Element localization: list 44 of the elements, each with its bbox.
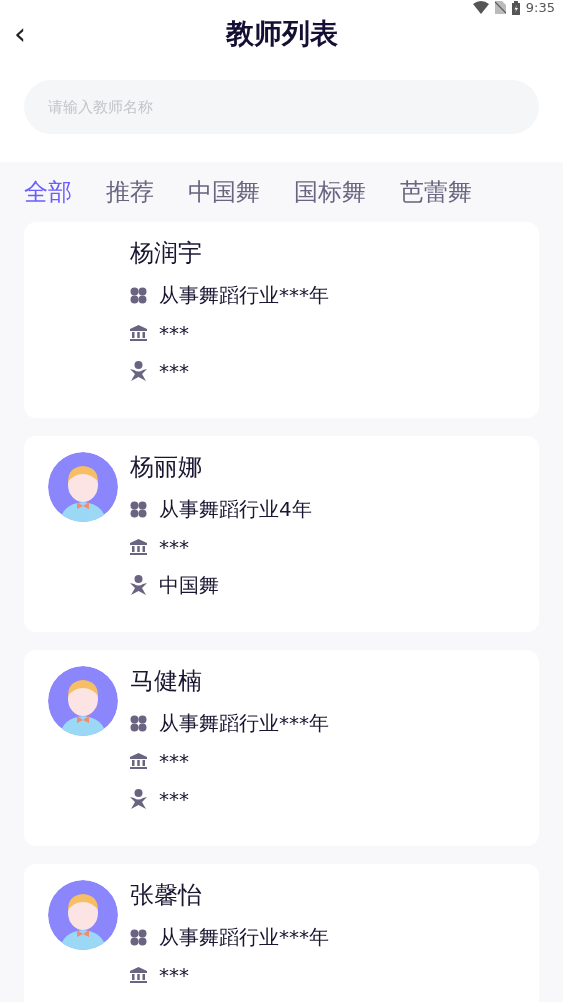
category-tab[interactable]: 中国舞 <box>188 176 260 208</box>
experience-text: 从事舞蹈行业***年 <box>159 923 329 951</box>
building-icon <box>130 539 147 555</box>
avatar <box>48 880 118 950</box>
institution-text: *** <box>159 749 189 773</box>
specialty-text: *** <box>159 787 189 811</box>
teacher-name: 马健楠 <box>130 666 203 697</box>
no-sim-icon <box>494 1 506 14</box>
category-tab[interactable]: 国标舞 <box>294 176 366 208</box>
teacher-card[interactable]: 马健楠 从事舞蹈行业***年 *** *** <box>24 650 539 846</box>
building-icon <box>130 753 147 769</box>
clover-icon <box>130 286 147 304</box>
person-icon <box>130 361 147 381</box>
person-icon <box>130 789 147 809</box>
teacher-card[interactable]: 张馨怡 从事舞蹈行业***年 *** <box>24 864 539 1002</box>
building-icon <box>130 967 147 983</box>
experience-text: 从事舞蹈行业***年 <box>159 709 329 737</box>
page-title: 教师列表 <box>225 16 338 52</box>
experience-text: 从事舞蹈行业***年 <box>159 281 329 309</box>
clover-icon <box>130 928 147 946</box>
clover-icon <box>130 500 147 518</box>
category-tab[interactable]: 芭蕾舞 <box>400 176 472 208</box>
clover-icon <box>130 714 147 732</box>
back-button[interactable]: ‹ <box>10 19 30 49</box>
avatar <box>48 452 118 522</box>
category-tab[interactable]: 全部 <box>24 176 72 208</box>
wifi-icon <box>472 1 489 14</box>
category-tab[interactable]: 推荐 <box>106 176 154 208</box>
institution-text: *** <box>159 963 189 987</box>
experience-text: 从事舞蹈行业4年 <box>159 495 312 523</box>
specialty-text: *** <box>159 359 189 383</box>
teacher-card[interactable]: 杨丽娜 从事舞蹈行业4年 *** 中国舞 <box>24 436 539 632</box>
avatar <box>48 666 118 736</box>
institution-text: *** <box>159 535 189 559</box>
status-time: 9:35 <box>525 0 555 15</box>
battery-icon <box>511 0 520 15</box>
institution-text: *** <box>159 321 189 345</box>
building-icon <box>130 325 147 341</box>
specialty-text: 中国舞 <box>159 571 219 599</box>
teacher-card[interactable]: 杨润宇 从事舞蹈行业***年 *** *** <box>24 222 539 418</box>
teacher-name: 杨丽娜 <box>130 452 203 483</box>
person-icon <box>130 575 147 595</box>
teacher-name: 杨润宇 <box>130 238 203 269</box>
teacher-name: 张馨怡 <box>130 880 203 911</box>
